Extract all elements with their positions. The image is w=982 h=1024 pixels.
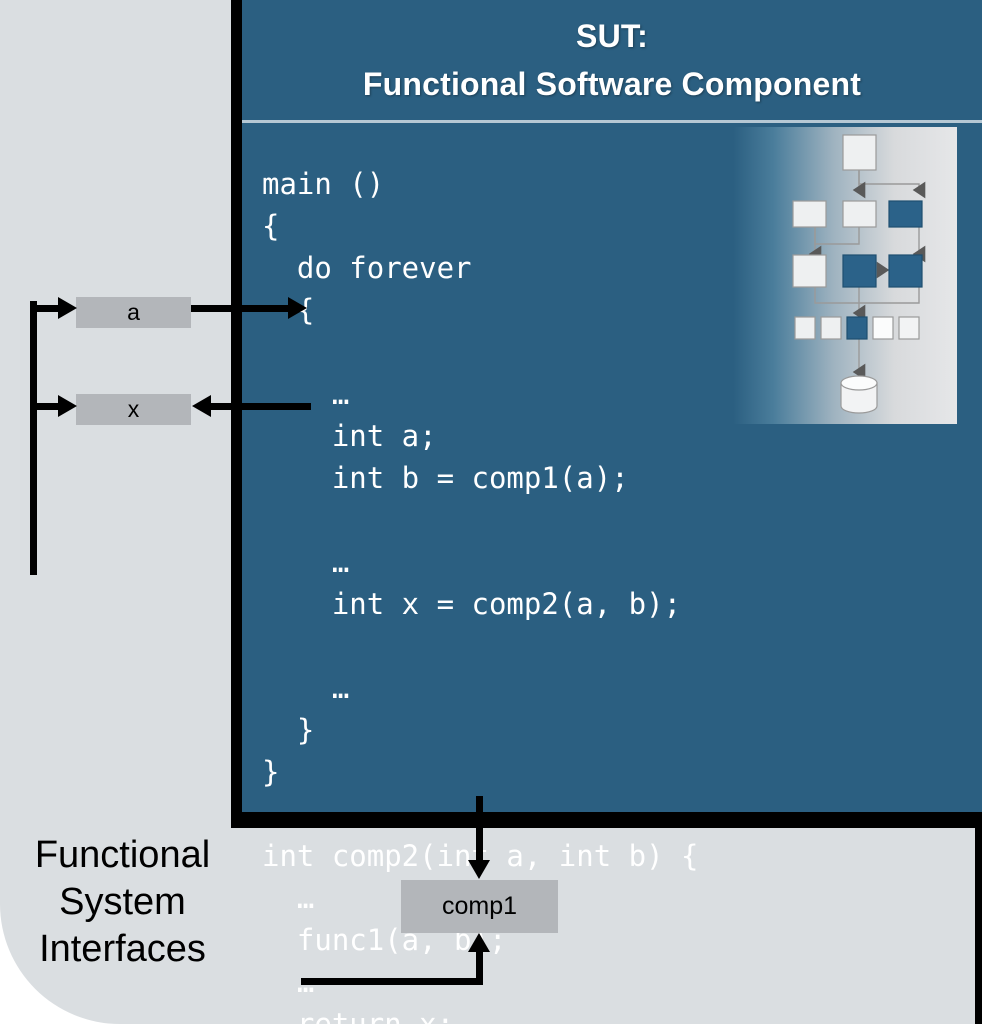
caption-line-1: Functional <box>34 834 211 876</box>
flow-node-r3-b <box>842 254 877 288</box>
flow-node-r4-d <box>872 316 894 340</box>
flow-node-database <box>840 375 878 414</box>
feedback-loop-spine <box>30 301 37 575</box>
sut-panel-left-border <box>231 0 242 828</box>
interface-variable-a[interactable]: a <box>76 297 191 328</box>
flow-node-r2-a <box>792 200 827 228</box>
flow-node-r2-c <box>888 200 923 228</box>
flowchart-svg <box>792 134 926 414</box>
flow-node-root <box>842 134 877 171</box>
flow-node-r3-c <box>888 254 923 288</box>
arrow-code-to-x <box>192 395 211 417</box>
arrow-a-to-code <box>288 297 307 319</box>
sut-title-line-1: SUT: <box>576 18 648 54</box>
component-comp1[interactable]: comp1 <box>401 880 558 933</box>
flow-node-r4-a <box>794 316 816 340</box>
slide-root: SUT: Functional Software Component main … <box>0 0 982 1024</box>
flow-node-r2-b <box>842 200 877 228</box>
flow-node-r4-b <box>820 316 842 340</box>
interface-variable-x[interactable]: x <box>76 394 191 425</box>
sut-title-line-2: Functional Software Component <box>362 66 862 102</box>
connector-panel-to-comp1 <box>476 796 483 862</box>
architecture-flowchart-thumbnail <box>733 127 957 424</box>
flow-node-r4-e <box>898 316 920 340</box>
arrow-out-of-comp1 <box>468 933 490 952</box>
connector-a-to-code <box>191 305 289 312</box>
caption-line-3: Interfaces <box>39 928 206 970</box>
arrow-into-x <box>58 395 77 417</box>
sut-title-divider <box>242 120 982 123</box>
sut-panel-title: SUT: Functional Software Component <box>242 12 982 108</box>
arrow-into-a <box>58 297 77 319</box>
connector-code-to-x <box>211 403 311 410</box>
flow-node-r3-a <box>792 254 827 288</box>
caption-line-2: System <box>59 881 186 923</box>
connector-comp1-return-horizontal <box>301 978 483 985</box>
functional-system-interfaces-caption: Functional System Interfaces <box>10 832 235 973</box>
flow-node-r4-c <box>846 316 868 340</box>
arrow-into-comp1 <box>468 860 490 879</box>
